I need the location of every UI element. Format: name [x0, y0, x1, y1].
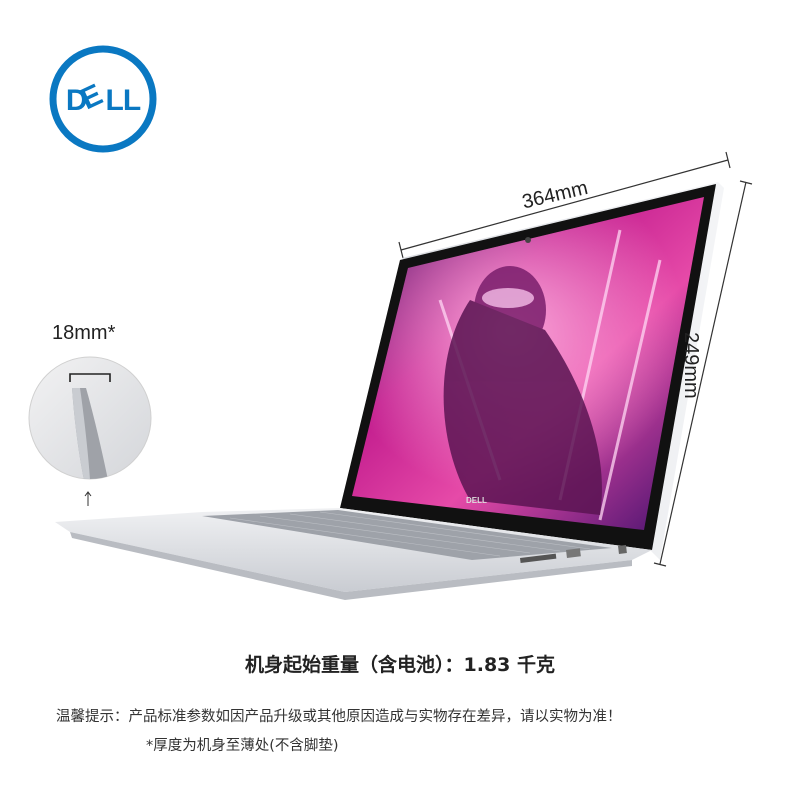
thickness-arrow-icon: [84, 491, 92, 506]
screen-dell-badge: DELL: [466, 496, 487, 505]
product-image: DELL DELL 364mm 249mm 18mm* 机身起始重量（含电池）：…: [0, 0, 800, 800]
thickness-label: 18mm*: [52, 322, 116, 344]
disclaimer-notice: 温馨提示：产品标准参数如因产品升级或其他原因造成与实物存在差异，请以实物为准！: [56, 709, 622, 725]
thickness-footnote: *厚度为机身至薄处(不含脚垫): [146, 738, 339, 754]
weight-spec: 机身起始重量（含电池）：1.83 千克: [245, 654, 555, 676]
height-label: 249mm: [680, 332, 702, 399]
laptop-illustration: DELL: [55, 151, 753, 600]
thickness-detail: [28, 356, 152, 480]
